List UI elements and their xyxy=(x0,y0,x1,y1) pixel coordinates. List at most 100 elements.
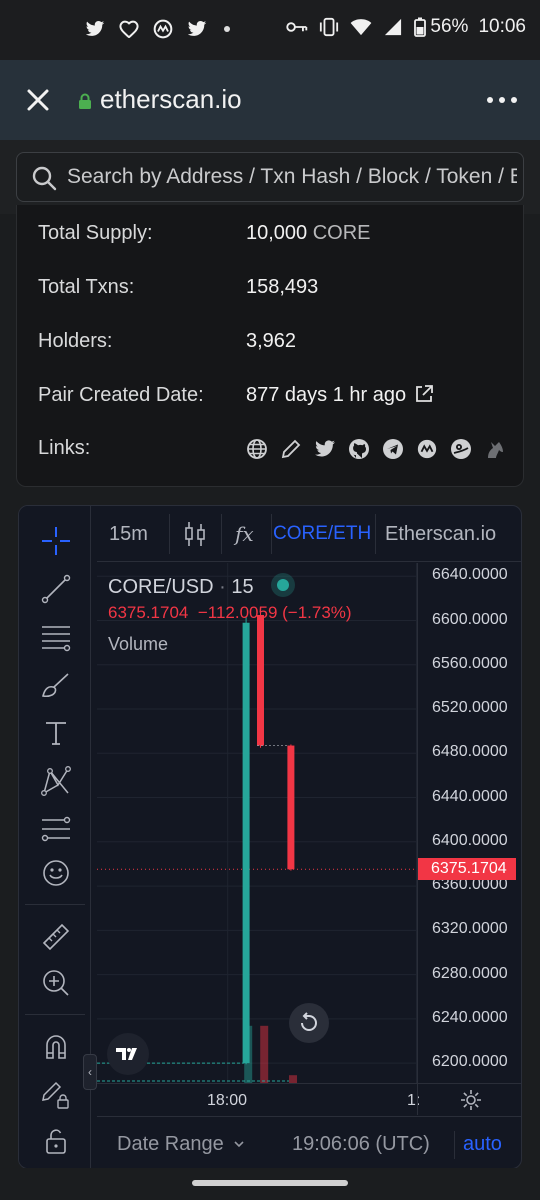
more-notifications-icon xyxy=(224,26,230,32)
external-link-icon xyxy=(414,384,434,404)
gesture-nav-bar xyxy=(0,1168,540,1200)
coingecko-icon[interactable] xyxy=(450,438,472,460)
pair-created-label: Pair Created Date: xyxy=(38,384,204,406)
volume-bar xyxy=(260,1025,269,1083)
candlestick-icon xyxy=(185,522,205,546)
system-icons: 56% 10:06 xyxy=(286,16,526,38)
battery-level: 56% xyxy=(430,16,469,37)
total-txns-value: 158,493 xyxy=(246,276,319,298)
time-axis[interactable]: 18:00 1: xyxy=(97,1083,420,1115)
search-section xyxy=(0,140,540,214)
volume-label: Volume xyxy=(108,634,169,654)
twitter-icon[interactable] xyxy=(314,438,336,460)
refresh-icon xyxy=(301,1012,317,1031)
price-chart-widget: 15m fx CORE/ETH Etherscan.io CORE/USD · … xyxy=(18,505,522,1169)
pattern-tool[interactable] xyxy=(39,764,73,798)
chart-type-button[interactable] xyxy=(183,506,207,562)
brush-icon xyxy=(42,673,69,698)
text-tool[interactable] xyxy=(39,716,73,750)
toolbar-divider xyxy=(221,514,222,554)
legend-price: 6375.1704 xyxy=(108,603,189,622)
measure-tool[interactable] xyxy=(39,920,73,954)
last-price-tag: 6375.1704 xyxy=(418,858,516,881)
indicators-label: fx xyxy=(235,522,254,546)
forecast-tool[interactable] xyxy=(39,812,73,846)
date-range-dropdown[interactable]: Date Range xyxy=(117,1117,246,1168)
price-tick-label: 6600.0000 xyxy=(432,610,508,628)
total-supply-amount: 10,000 xyxy=(246,222,308,244)
heart-icon xyxy=(118,18,140,40)
pencil-icon[interactable] xyxy=(280,438,302,460)
unlock-tool[interactable] xyxy=(39,1124,73,1158)
price-tick-label: 6560.0000 xyxy=(432,654,508,672)
pair-created-value[interactable]: 877 days 1 hr ago xyxy=(246,384,434,407)
interval-selector[interactable]: 15m xyxy=(109,506,148,562)
trendline-tool[interactable] xyxy=(39,572,73,606)
tradingview-icon xyxy=(116,1048,137,1060)
price-axis[interactable]: 6640.0000 6600.0000 6560.0000 6520.0000 6480… xyxy=(417,563,521,1083)
search-input[interactable] xyxy=(67,153,517,201)
coinmarketcap-icon[interactable] xyxy=(416,438,438,460)
price-tick-label: 6240.0000 xyxy=(432,1008,508,1026)
pair-tab-core-eth[interactable]: CORE/ETH xyxy=(273,506,371,562)
fib-tool[interactable] xyxy=(39,620,73,654)
globe-icon[interactable] xyxy=(246,438,268,460)
bottom-bar-divider xyxy=(454,1131,455,1159)
prediction-icon xyxy=(41,816,71,842)
toolbar-divider xyxy=(375,514,376,554)
emoji-tool[interactable] xyxy=(39,856,73,890)
indicators-button[interactable]: fx xyxy=(235,506,254,562)
holders-label: Holders: xyxy=(38,330,113,352)
price-tick-label: 6280.0000 xyxy=(432,964,508,982)
zoom-in-icon xyxy=(43,970,69,996)
more-dots-icon xyxy=(487,97,517,103)
toolbar-divider xyxy=(25,1014,85,1015)
chevron-down-icon xyxy=(234,1141,244,1148)
toolbar-divider xyxy=(271,514,272,554)
volume-bar xyxy=(289,1075,297,1083)
market-open-indicator xyxy=(271,573,296,597)
chart-settings-button[interactable] xyxy=(417,1083,521,1115)
github-icon[interactable] xyxy=(348,438,370,460)
candle-body xyxy=(257,615,264,746)
unicorn-icon[interactable] xyxy=(484,438,506,460)
utc-clock[interactable]: 19:06:06 (UTC) xyxy=(292,1117,430,1168)
zoom-tool[interactable] xyxy=(39,966,73,1000)
token-info-card: Total Supply: 10,000 CORE Total Txns: 15… xyxy=(16,205,524,487)
tradingview-logo[interactable] xyxy=(107,1033,149,1075)
chart-plot-area[interactable]: CORE/USD · 15 6375.1704 −112.0059 (−1.73… xyxy=(97,563,417,1083)
telegram-icon[interactable] xyxy=(382,438,404,460)
horizontal-lines-icon xyxy=(42,626,71,652)
gear-icon xyxy=(460,1089,481,1110)
twitter-icon xyxy=(186,18,208,40)
price-tick-label: 6520.0000 xyxy=(432,699,508,717)
lock-icon xyxy=(78,93,92,109)
total-txns-label: Total Txns: xyxy=(38,276,135,298)
legend-change: −112.0059 (−1.73%) xyxy=(197,603,352,622)
auto-scale-toggle[interactable]: auto xyxy=(463,1117,502,1168)
status-bar: 56% 10:06 xyxy=(0,0,540,60)
collapse-toolbar-handle[interactable]: ‹ xyxy=(83,1054,97,1090)
toolbar-divider xyxy=(169,514,170,554)
notification-icons xyxy=(84,18,230,40)
close-button[interactable] xyxy=(22,84,54,116)
brush-tool[interactable] xyxy=(39,668,73,702)
browser-toolbar: etherscan.io xyxy=(0,60,540,140)
smiley-icon xyxy=(43,860,69,886)
holders-value[interactable]: 3,962 xyxy=(246,330,296,353)
reset-chart-button[interactable] xyxy=(289,1003,329,1043)
signal-icon xyxy=(382,16,404,38)
text-icon xyxy=(46,722,66,745)
chart-legend-symbol: CORE/USD · 15 xyxy=(108,573,296,599)
search-box xyxy=(16,152,524,202)
home-gesture-handle[interactable] xyxy=(192,1180,348,1186)
source-tab-etherscan[interactable]: Etherscan.io xyxy=(385,506,496,562)
crosshair-tool[interactable] xyxy=(39,524,73,558)
more-options-button[interactable] xyxy=(486,88,518,112)
toolbar-divider xyxy=(25,904,85,905)
chart-bottom-bar: Date Range 19:06:06 (UTC) auto xyxy=(97,1116,521,1168)
magnet-tool[interactable] xyxy=(39,1030,73,1064)
lock-drawings-tool[interactable] xyxy=(39,1078,73,1112)
legend-symbol: CORE/USD xyxy=(108,576,214,598)
url-text[interactable]: etherscan.io xyxy=(100,84,242,115)
